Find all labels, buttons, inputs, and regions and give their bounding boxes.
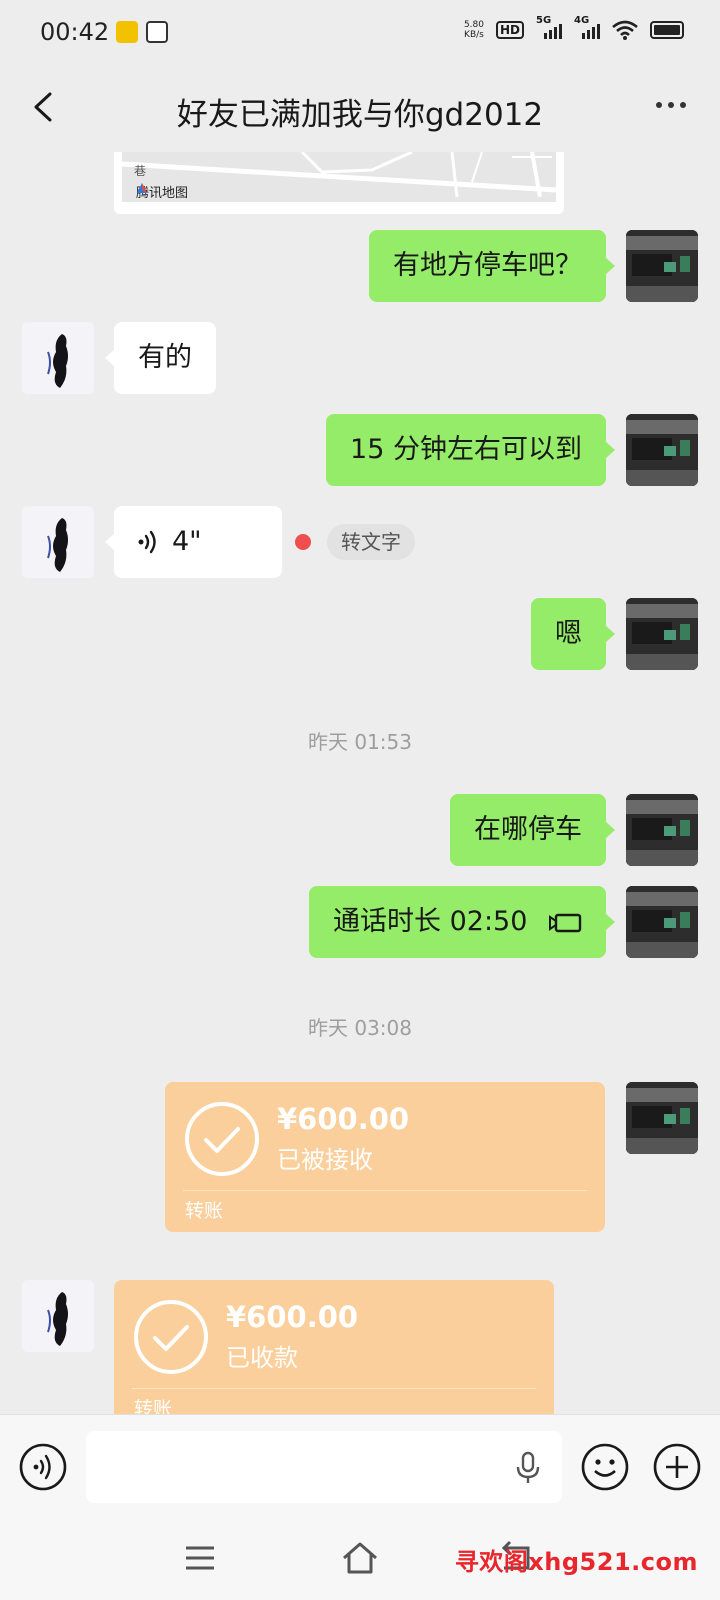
app-notification-icon <box>146 21 168 43</box>
hd-icon: HD <box>495 21 524 39</box>
unread-dot <box>295 534 311 550</box>
check-circle-icon <box>134 1300 208 1374</box>
signal-5g-icon: 5G <box>536 15 562 39</box>
storefront-image <box>626 794 698 866</box>
message-bubble-outgoing[interactable]: 在哪停车 <box>450 794 615 866</box>
menu-icon[interactable] <box>180 1540 220 1576</box>
avatar-friend[interactable] <box>22 1280 94 1352</box>
call-record-bubble[interactable]: 通话时长 02:50 <box>309 886 615 958</box>
friend-avatar-image <box>22 1280 94 1352</box>
transfer-status: 已收款 <box>226 1344 298 1372</box>
avatar-self[interactable] <box>626 886 698 958</box>
wifi-icon <box>612 20 638 40</box>
chat-header: 好友已满加我与你gd2012 <box>0 64 720 152</box>
signal-4g-icon: 4G <box>574 15 600 39</box>
message-text: 在哪停车 <box>474 814 582 845</box>
transfer-divider <box>183 1190 587 1191</box>
storefront-image <box>626 886 698 958</box>
timestamp: 昨天 01:53 <box>308 730 412 754</box>
message-bubble-outgoing[interactable]: 有地方停车吧？ <box>369 230 615 302</box>
app-notification-icon <box>116 21 138 43</box>
friend-avatar-image <box>22 322 94 394</box>
message-bubble-incoming[interactable]: 有的 <box>105 322 216 394</box>
tencent-map-icon <box>137 183 147 193</box>
status-indicators: 5.80 KB/s HD 5G 4G <box>464 15 684 40</box>
transfer-status: 已被接收 <box>277 1146 373 1174</box>
microphone-icon[interactable] <box>514 1451 542 1485</box>
message-text: 15 分钟左右可以到 <box>350 434 582 465</box>
transfer-type-label: 转账 <box>185 1200 224 1222</box>
signal-4g-label: 4G <box>574 15 590 26</box>
transfer-divider <box>132 1388 536 1389</box>
network-speed-value: 5.80 <box>463 20 484 30</box>
call-duration-text: 通话时长 02:50 <box>333 906 528 937</box>
avatar-friend[interactable] <box>22 506 94 578</box>
voice-message-bubble[interactable]: 4" <box>105 506 282 578</box>
voice-wave-icon <box>138 530 156 554</box>
storefront-image <box>626 230 698 302</box>
add-icon[interactable] <box>652 1442 702 1492</box>
avatar-self[interactable] <box>626 598 698 670</box>
home-icon[interactable] <box>340 1540 380 1576</box>
system-nav-bar: 寻欢阁xhg521.com <box>0 1518 720 1600</box>
video-call-icon <box>549 913 582 932</box>
storefront-image <box>626 414 698 486</box>
avatar-self[interactable] <box>626 414 698 486</box>
map-preview: 巷 腾讯地图 <box>122 152 556 202</box>
more-options-icon[interactable] <box>656 102 686 108</box>
message-list[interactable]: 巷 腾讯地图 有地方停车吧？ 有的 15 分钟左右可以到 4" 转文字 嗯 昨天… <box>0 152 720 1414</box>
map-street-label: 巷 <box>134 164 147 178</box>
transfer-type-label: 转账 <box>134 1398 173 1414</box>
avatar-self[interactable] <box>626 794 698 866</box>
input-bar <box>0 1414 720 1518</box>
storefront-image <box>626 1082 698 1154</box>
watermark: 寻欢阁xhg521.com <box>454 1548 698 1576</box>
location-card[interactable]: 巷 腾讯地图 <box>114 152 564 214</box>
status-bar: 00:42 5.80 KB/s HD 5G 4G <box>0 0 720 64</box>
signal-5g-label: 5G <box>536 15 552 26</box>
avatar-self[interactable] <box>626 1082 698 1154</box>
message-bubble-outgoing[interactable]: 嗯 <box>531 598 615 670</box>
status-time: 00:42 <box>40 18 110 46</box>
battery-icon <box>650 21 684 39</box>
transfer-amount: ¥600.00 <box>226 1300 359 1334</box>
transfer-amount: ¥600.00 <box>277 1102 410 1136</box>
chat-title: 好友已满加我与你gd2012 <box>176 97 544 133</box>
timestamp: 昨天 03:08 <box>308 1016 412 1040</box>
message-bubble-outgoing[interactable]: 15 分钟左右可以到 <box>326 414 615 486</box>
voice-input-toggle-icon[interactable] <box>18 1442 68 1492</box>
emoji-icon[interactable] <box>580 1442 630 1492</box>
map-brand: 腾讯地图 <box>136 182 188 201</box>
voice-duration: 4" <box>172 526 202 557</box>
transfer-card-outgoing[interactable]: ¥600.00 已被接收 转账 <box>165 1082 605 1232</box>
voice-to-text-button[interactable]: 转文字 <box>327 524 415 560</box>
avatar-self[interactable] <box>626 230 698 302</box>
network-speed-unit: KB/s <box>464 30 484 40</box>
friend-avatar-image <box>22 506 94 578</box>
message-text: 嗯 <box>555 618 582 649</box>
transfer-card-incoming[interactable]: ¥600.00 已收款 转账 <box>114 1280 554 1414</box>
network-speed: 5.80 KB/s <box>464 20 484 40</box>
message-input[interactable] <box>86 1431 562 1503</box>
storefront-image <box>626 598 698 670</box>
message-text: 有的 <box>138 342 192 373</box>
message-text: 有地方停车吧？ <box>393 250 582 281</box>
avatar-friend[interactable] <box>22 322 94 394</box>
check-circle-icon <box>185 1102 259 1176</box>
